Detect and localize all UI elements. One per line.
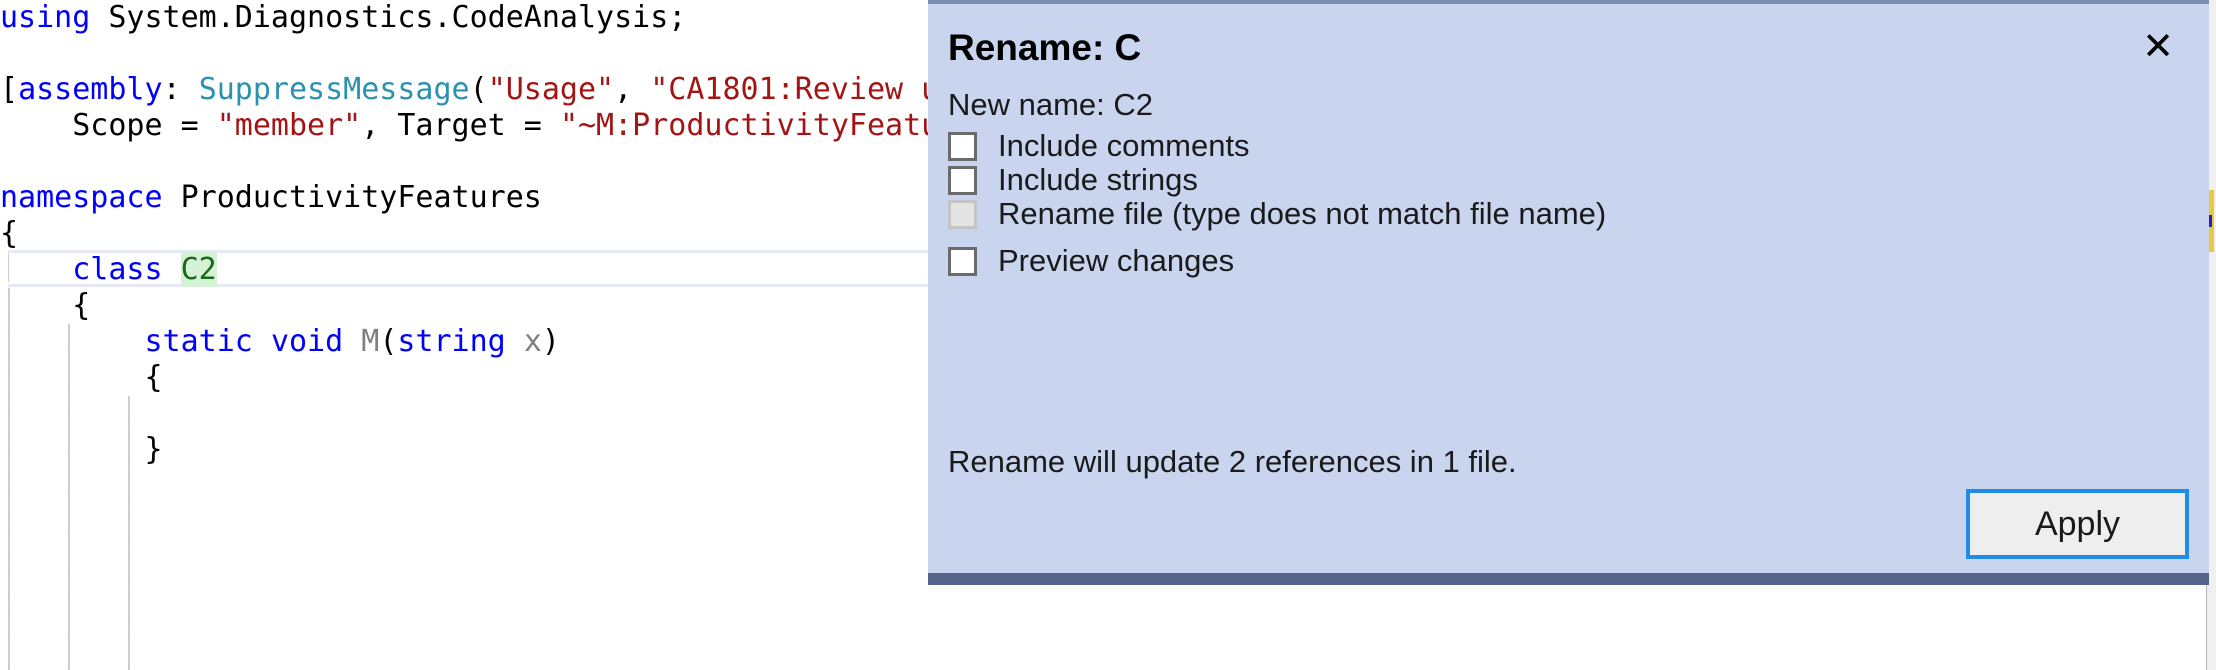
checkbox-row[interactable]: Preview changes — [948, 244, 1234, 278]
code-token: assembly — [18, 72, 163, 107]
code-token: ) — [542, 324, 560, 359]
code-token: { — [0, 216, 18, 251]
checkbox-label: Rename file (type does not match file na… — [998, 196, 1606, 232]
code-token — [343, 324, 361, 359]
checkbox-label: Include strings — [998, 162, 1198, 198]
code-token: } — [0, 432, 163, 467]
code-token: void — [271, 324, 343, 359]
code-token: ProductivityFeatures — [163, 180, 542, 215]
code-token — [253, 324, 271, 359]
code-token: "member" — [217, 108, 362, 143]
apply-button-label: Apply — [2035, 505, 2120, 544]
dialog-footer-bar — [928, 573, 2209, 585]
code-token: { — [0, 288, 90, 323]
apply-button[interactable]: Apply — [1966, 489, 2189, 559]
code-token: "Usage" — [488, 72, 614, 107]
code-token: class — [72, 252, 162, 287]
close-icon[interactable]: ✕ — [2135, 24, 2181, 70]
code-token: Scope = — [0, 108, 217, 143]
checkbox-icon[interactable] — [948, 166, 977, 195]
code-token: , Target = — [361, 108, 560, 143]
rename-dialog: Rename: C ✕ New name: C2 Include comment… — [928, 0, 2209, 578]
code-token: static — [145, 324, 253, 359]
code-token: , — [614, 72, 650, 107]
code-token: : — [163, 72, 199, 107]
checkbox-row[interactable]: Include strings — [948, 163, 1198, 197]
checkbox-label: Include comments — [998, 128, 1250, 164]
code-token: [ — [0, 72, 18, 107]
code-token: ( — [379, 324, 397, 359]
checkbox-row[interactable]: Include comments — [948, 129, 1250, 163]
checkbox-icon[interactable] — [948, 132, 977, 161]
code-token: string — [397, 324, 505, 359]
checkbox-icon[interactable] — [948, 247, 977, 276]
code-token: SuppressMessage — [199, 72, 470, 107]
code-token — [506, 324, 524, 359]
code-token — [163, 252, 181, 287]
code-token: M — [361, 324, 379, 359]
code-token — [0, 324, 145, 359]
app-window: using System.Diagnostics.CodeAnalysis; [a… — [0, 0, 2216, 670]
code-token: ( — [470, 72, 488, 107]
code-token: x — [524, 324, 542, 359]
code-token: C2 — [181, 252, 217, 287]
new-name-label: New name: C2 — [948, 87, 1153, 123]
code-token: using — [0, 0, 90, 35]
code-token: namespace — [0, 180, 163, 215]
code-token — [0, 252, 72, 287]
code-token: System.Diagnostics.CodeAnalysis; — [90, 0, 686, 35]
checkbox-label: Preview changes — [998, 243, 1234, 279]
rename-summary-text: Rename will update 2 references in 1 fil… — [948, 444, 1517, 480]
checkbox-row: Rename file (type does not match file na… — [948, 197, 1606, 231]
code-token: { — [0, 360, 163, 395]
checkbox-icon — [948, 200, 977, 229]
dialog-title: Rename: C — [948, 27, 1141, 69]
